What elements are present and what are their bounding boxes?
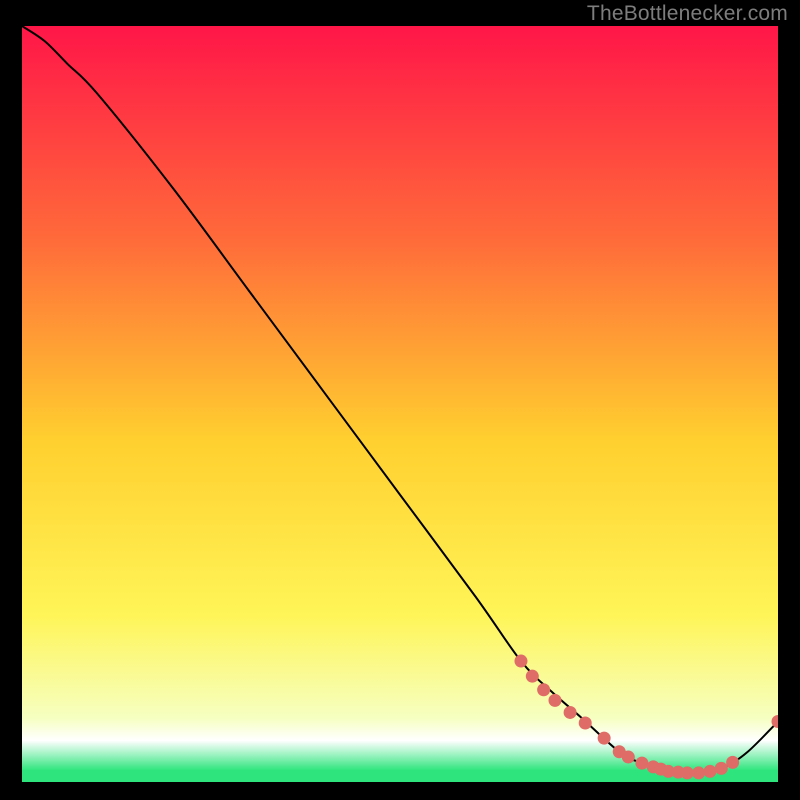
- data-point: [726, 756, 739, 769]
- data-point: [537, 683, 550, 696]
- data-point: [681, 766, 694, 779]
- data-point: [548, 694, 561, 707]
- data-point: [579, 717, 592, 730]
- attribution-text: TheBottlenecker.com: [587, 2, 788, 26]
- data-point: [514, 655, 527, 668]
- chart-area: [22, 26, 778, 782]
- data-point: [526, 670, 539, 683]
- app-frame: TheBottlenecker.com: [0, 0, 800, 800]
- data-point: [635, 757, 648, 770]
- data-point: [715, 762, 728, 775]
- data-point: [703, 765, 716, 778]
- data-point: [692, 766, 705, 779]
- data-point: [622, 751, 635, 764]
- chart-svg: [22, 26, 778, 782]
- data-point: [598, 732, 611, 745]
- data-point: [564, 706, 577, 719]
